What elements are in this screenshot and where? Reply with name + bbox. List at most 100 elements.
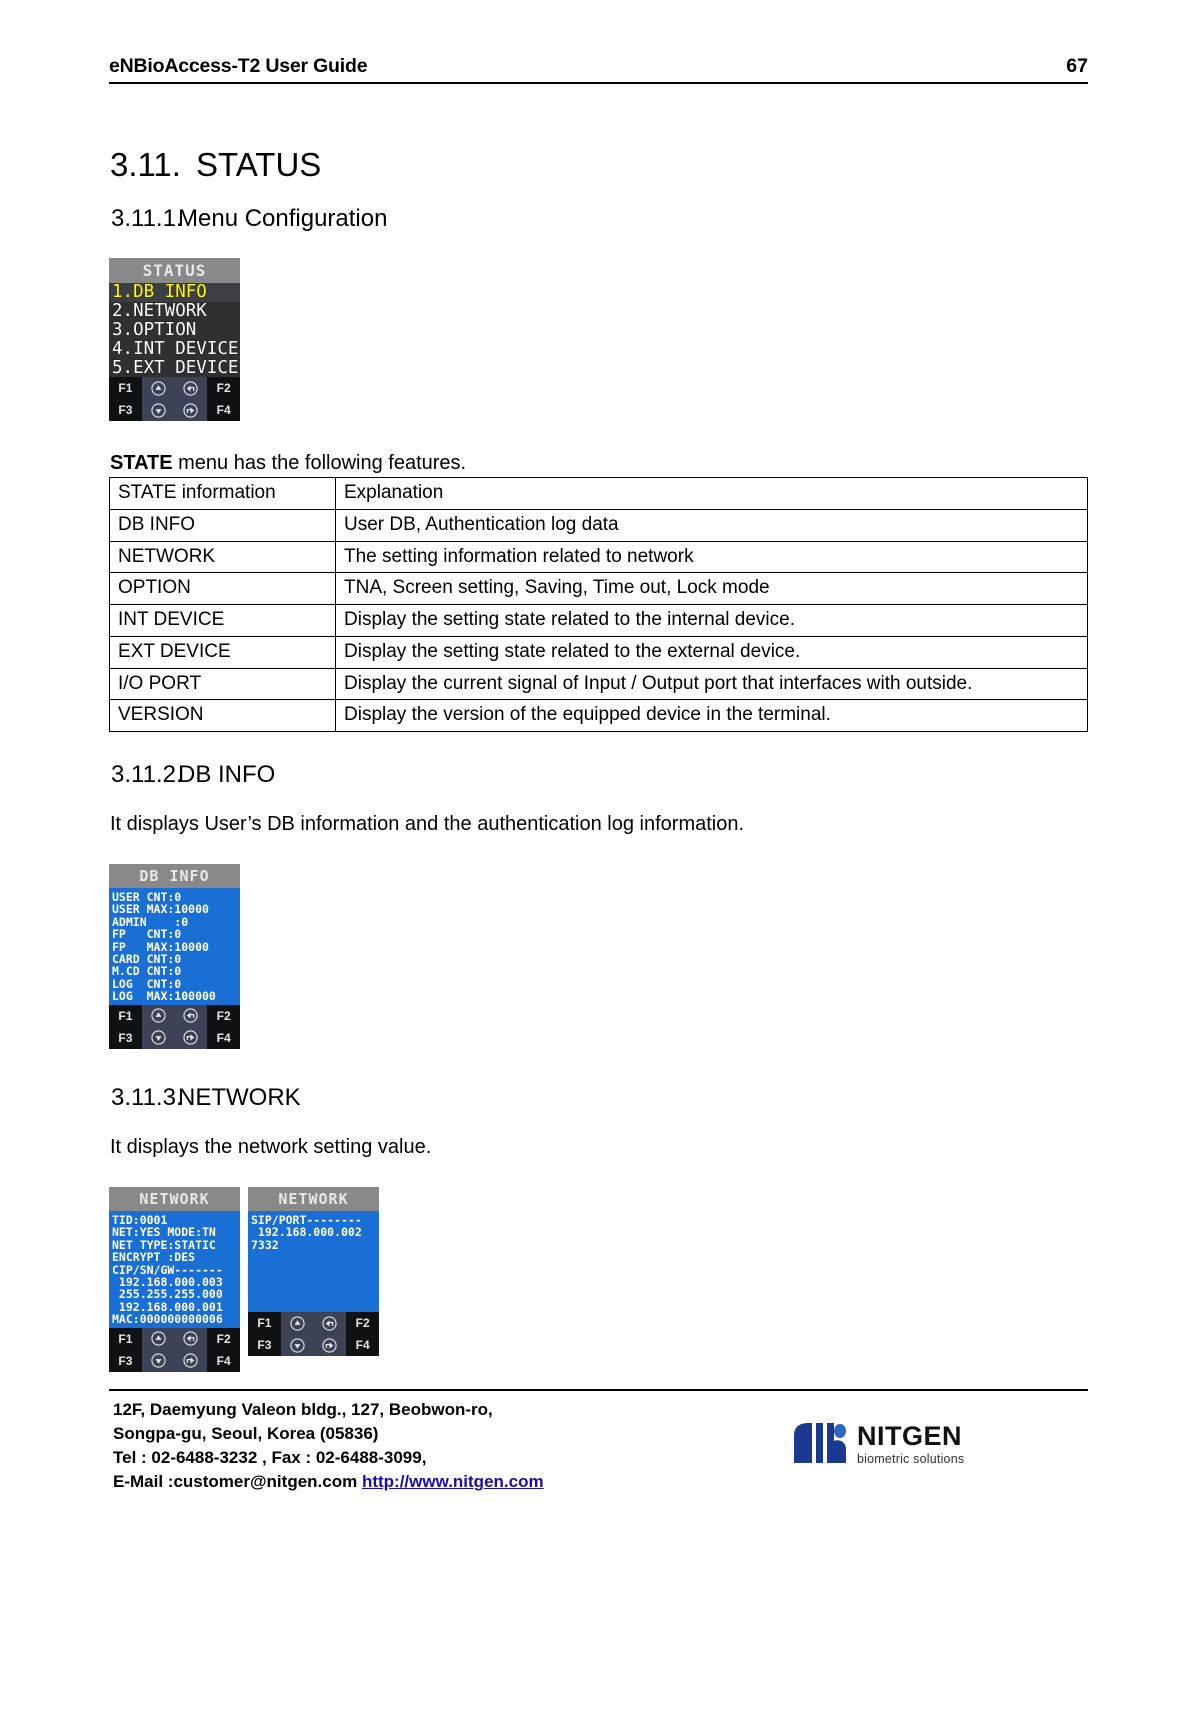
network-line: 7332: [251, 1237, 279, 1252]
up-arrow-icon[interactable]: [141, 1327, 175, 1350]
table-intro-text: STATE menu has the following features.: [110, 452, 466, 475]
keypad: F1 F2 F3 F4: [109, 377, 240, 422]
table-cell-name: DB INFO: [109, 508, 336, 542]
status-menu-item-network[interactable]: 2.NETWORK: [109, 301, 240, 321]
status-menu-screenshot: STATUS 1.DB INFO 2.NETWORK 3.OPTION 4.IN…: [109, 258, 240, 422]
key-f2[interactable]: F2: [207, 377, 240, 400]
document-page: eNBioAccess-T2 User Guide 67 3.11. STATUS…: [0, 0, 1197, 1710]
network-screenshot-2: NETWORK SIP/PORT-------- 192.168.000.002…: [248, 1187, 379, 1356]
key-f3[interactable]: F3: [109, 1026, 142, 1049]
status-menu-item-ext-device[interactable]: 5.EXT DEVICE: [109, 358, 240, 378]
table-cell-explanation: TNA, Screen setting, Saving, Time out, L…: [335, 572, 1088, 605]
subsection-title: DB INFO: [178, 761, 276, 788]
key-f1[interactable]: F1: [109, 377, 142, 400]
table-cell-name: NETWORK: [109, 540, 336, 574]
network-screen-body: SIP/PORT-------- 192.168.000.002 7332: [248, 1211, 379, 1312]
table-cell-name: INT DEVICE: [109, 604, 336, 637]
network-description: It displays the network setting value.: [110, 1136, 432, 1158]
down-arrow-icon[interactable]: [141, 399, 175, 422]
down-arrow-icon[interactable]: [280, 1334, 314, 1356]
table-row: NETWORK The setting information related …: [109, 540, 1088, 574]
status-menu-item-db-info[interactable]: 1.DB INFO: [109, 283, 240, 302]
keypad-row-bottom: F3 F4: [109, 399, 240, 422]
status-menu-item-option[interactable]: 3.OPTION: [109, 320, 240, 340]
table-intro-bold: STATE: [110, 452, 173, 474]
page-header: eNBioAccess-T2 User Guide 67: [109, 55, 1088, 84]
footer-line-3: Tel : 02-6488-3232 , Fax : 02-6488-3099,: [113, 1448, 427, 1468]
table-cell-explanation: Display the setting state related to the…: [335, 635, 1088, 669]
subsection-number: 3.11.2.: [111, 761, 183, 788]
db-info-screen-title: DB INFO: [109, 864, 240, 888]
table-header-state-information: STATE information: [109, 477, 336, 510]
network-line: NET:YES MODE:TN: [112, 1225, 216, 1240]
subsection-heading-network: 3.11.3.NETWORK: [111, 1084, 301, 1112]
table-row: OPTION TNA, Screen setting, Saving, Time…: [109, 572, 1088, 605]
io-port-line-2: outside.: [905, 672, 973, 694]
key-f1[interactable]: F1: [109, 1004, 142, 1027]
io-port-line-1: Display the current signal of Input / Ou…: [344, 672, 901, 694]
enter-arrow-icon[interactable]: [174, 1349, 208, 1372]
network-screen-title: NETWORK: [248, 1187, 379, 1211]
footer-email: E-Mail :customer@nitgen.com: [113, 1472, 362, 1492]
subsection-number: 3.11.3.: [111, 1084, 183, 1111]
network-line: MAC:000000000006: [112, 1312, 223, 1327]
footer-address: 12F, Daemyung Valeon bldg., 127, Beobwon…: [113, 1398, 544, 1495]
keypad: F1 F2 F3 F4: [248, 1312, 379, 1356]
db-info-screen-body: USER CNT:0 USER MAX:10000 ADMIN :0 FP CN…: [109, 888, 240, 1005]
up-arrow-icon[interactable]: [280, 1312, 314, 1334]
subsection-title: NETWORK: [178, 1084, 301, 1111]
nitgen-logo-mark: [794, 1423, 846, 1463]
down-arrow-icon[interactable]: [141, 1349, 175, 1372]
footer-line-1: 12F, Daemyung Valeon bldg., 127, Beobwon…: [113, 1400, 493, 1419]
key-f1[interactable]: F1: [248, 1312, 281, 1334]
enter-arrow-icon[interactable]: [313, 1334, 347, 1356]
keypad-row-top: F1 F2: [248, 1312, 379, 1334]
key-f2[interactable]: F2: [346, 1312, 379, 1334]
up-arrow-icon[interactable]: [141, 1004, 175, 1027]
key-f3[interactable]: F3: [109, 1349, 142, 1372]
enter-arrow-icon[interactable]: [174, 399, 208, 422]
enter-arrow-icon[interactable]: [174, 1026, 208, 1049]
key-f1[interactable]: F1: [109, 1327, 142, 1350]
key-f3[interactable]: F3: [109, 399, 142, 422]
network-screen-title: NETWORK: [109, 1187, 240, 1211]
key-f4[interactable]: F4: [207, 1349, 240, 1372]
back-arrow-icon[interactable]: [174, 1004, 208, 1027]
nitgen-logo-name: NITGEN: [857, 1420, 963, 1451]
back-arrow-icon[interactable]: [174, 1327, 208, 1350]
section-number: 3.11.: [110, 146, 181, 183]
table-row: DB INFO User DB, Authentication log data: [109, 508, 1088, 542]
subsection-title: Menu Configuration: [178, 205, 388, 232]
status-screen-title: STATUS: [109, 258, 240, 283]
key-f4[interactable]: F4: [207, 399, 240, 422]
nitgen-logo-text: NITGEN biometric solutions: [857, 1420, 965, 1466]
up-arrow-icon[interactable]: [141, 377, 175, 400]
db-info-screenshot: DB INFO USER CNT:0 USER MAX:10000 ADMIN …: [109, 864, 240, 1049]
back-arrow-icon[interactable]: [313, 1312, 347, 1334]
table-row: EXT DEVICE Display the setting state rel…: [109, 635, 1088, 669]
key-f4[interactable]: F4: [207, 1026, 240, 1049]
section-title: STATUS: [196, 146, 322, 183]
keypad-row-bottom: F3 F4: [109, 1349, 240, 1372]
key-f2[interactable]: F2: [207, 1004, 240, 1027]
table-intro-rest: menu has the following features.: [172, 452, 467, 474]
nitgen-logo-tagline: biometric solutions: [857, 1451, 965, 1466]
table-cell-name: VERSION: [109, 699, 336, 732]
state-information-table: STATE information Explanation DB INFO Us…: [109, 477, 1088, 732]
back-arrow-icon[interactable]: [174, 377, 208, 400]
status-menu-item-int-device[interactable]: 4.INT DEVICE: [109, 339, 240, 359]
subsection-heading-menu-configuration: 3.11.1.Menu Configuration: [111, 205, 387, 233]
db-info-line: FP CNT:0: [112, 927, 182, 942]
footer-website-link[interactable]: http://www.nitgen.com: [362, 1472, 544, 1491]
table-cell-name: EXT DEVICE: [109, 635, 336, 669]
page-number: 67: [1066, 55, 1088, 77]
key-f3[interactable]: F3: [248, 1334, 281, 1356]
network-screen-body: TID:0001 NET:YES MODE:TN NET TYPE:STATIC…: [109, 1211, 240, 1328]
network-line: 192.168.000.002: [251, 1225, 362, 1240]
key-f4[interactable]: F4: [346, 1334, 379, 1356]
db-info-line: M.CD CNT:0: [112, 964, 182, 979]
subsection-number: 3.11.1.: [111, 205, 183, 232]
key-f2[interactable]: F2: [207, 1327, 240, 1350]
db-info-line: USER MAX:10000: [112, 902, 209, 917]
down-arrow-icon[interactable]: [141, 1026, 175, 1049]
